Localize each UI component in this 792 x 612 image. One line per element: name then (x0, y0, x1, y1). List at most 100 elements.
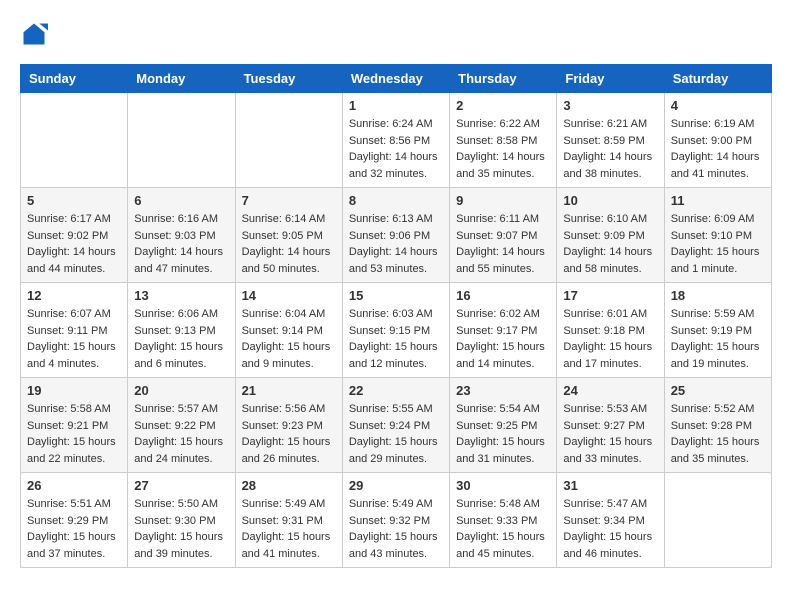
calendar-cell: 29 Sunrise: 5:49 AMSunset: 9:32 PMDayligh… (342, 473, 449, 568)
calendar-cell: 28Sunrise: 5:49 AMSunset: 9:31 PMDayligh… (235, 473, 342, 568)
calendar-cell: 4 Sunrise: 6:19 AMSunset: 9:00 PMDaylight… (664, 93, 771, 188)
day-info: Sunrise: 6:14 AMSunset: 9:05 PMDaylight:… (242, 211, 336, 277)
day-info: Sunrise: 6:16 AMSunset: 9:03 PMDaylight:… (134, 211, 228, 277)
calendar-cell: 13 Sunrise: 6:06 AMSunset: 9:13 PMDayligh… (128, 283, 235, 378)
calendar-cell: 10 Sunrise: 6:10 AMSunset: 9:09 PMDayligh… (557, 188, 664, 283)
calendar-cell: 21 Sunrise: 5:56 AMSunset: 9:23 PMDayligh… (235, 378, 342, 473)
logo-icon (20, 20, 48, 48)
calendar-cell: 7 Sunrise: 6:14 AMSunset: 9:05 PMDaylight… (235, 188, 342, 283)
day-number: 2 (456, 98, 550, 113)
calendar-cell: 17 Sunrise: 6:01 AMSunset: 9:18 PMDayligh… (557, 283, 664, 378)
day-info: Sunrise: 6:11 AMSunset: 9:07 PMDaylight:… (456, 211, 550, 277)
day-info: Sunrise: 6:13 AMSunset: 9:06 PMDaylight:… (349, 211, 443, 277)
day-number: 8 (349, 193, 443, 208)
calendar-cell: 26Sunrise: 5:51 AMSunset: 9:29 PMDayligh… (21, 473, 128, 568)
day-number: 5 (27, 193, 121, 208)
day-info: Sunrise: 6:03 AMSunset: 9:15 PMDaylight:… (349, 306, 443, 372)
day-info: Sunrise: 5:57 AMSunset: 9:22 PMDaylight:… (134, 401, 228, 467)
calendar-cell: 9 Sunrise: 6:11 AMSunset: 9:07 PMDaylight… (450, 188, 557, 283)
calendar-cell: 15 Sunrise: 6:03 AMSunset: 9:15 PMDayligh… (342, 283, 449, 378)
day-info: Sunrise: 5:51 AMSunset: 9:29 PMDaylight:… (27, 496, 121, 562)
day-number: 3 (563, 98, 657, 113)
day-info: Sunrise: 6:22 AMSunset: 8:58 PMDaylight:… (456, 116, 550, 182)
day-info: Sunrise: 5:49 AMSunset: 9:32 PMDaylight:… (349, 496, 443, 562)
day-number: 17 (563, 288, 657, 303)
day-info: Sunrise: 6:19 AMSunset: 9:00 PMDaylight:… (671, 116, 765, 182)
calendar-header-row: SundayMondayTuesdayWednesdayThursdayFrid… (21, 65, 772, 93)
day-number: 1 (349, 98, 443, 113)
calendar-cell (235, 93, 342, 188)
calendar-week-row: 5 Sunrise: 6:17 AMSunset: 9:02 PMDaylight… (21, 188, 772, 283)
calendar-cell: 20 Sunrise: 5:57 AMSunset: 9:22 PMDayligh… (128, 378, 235, 473)
calendar-cell: 11 Sunrise: 6:09 AMSunset: 9:10 PMDayligh… (664, 188, 771, 283)
day-number: 22 (349, 383, 443, 398)
calendar-cell: 25 Sunrise: 5:52 AMSunset: 9:28 PMDayligh… (664, 378, 771, 473)
day-info: Sunrise: 5:59 AMSunset: 9:19 PMDaylight:… (671, 306, 765, 372)
day-number: 14 (242, 288, 336, 303)
day-info: Sunrise: 6:09 AMSunset: 9:10 PMDaylight:… (671, 211, 765, 277)
day-info: Sunrise: 5:55 AMSunset: 9:24 PMDaylight:… (349, 401, 443, 467)
day-number: 21 (242, 383, 336, 398)
calendar-cell (21, 93, 128, 188)
calendar-cell: 1 Sunrise: 6:24 AMSunset: 8:56 PMDaylight… (342, 93, 449, 188)
calendar-cell: 2 Sunrise: 6:22 AMSunset: 8:58 PMDaylight… (450, 93, 557, 188)
day-info: Sunrise: 6:04 AMSunset: 9:14 PMDaylight:… (242, 306, 336, 372)
day-number: 7 (242, 193, 336, 208)
day-number: 25 (671, 383, 765, 398)
calendar-cell: 31 Sunrise: 5:47 AMSunset: 9:34 PMDayligh… (557, 473, 664, 568)
calendar-cell: 16 Sunrise: 6:02 AMSunset: 9:17 PMDayligh… (450, 283, 557, 378)
weekday-header-saturday: Saturday (664, 65, 771, 93)
day-info: Sunrise: 6:17 AMSunset: 9:02 PMDaylight:… (27, 211, 121, 277)
calendar-cell: 18 Sunrise: 5:59 AMSunset: 9:19 PMDayligh… (664, 283, 771, 378)
weekday-header-friday: Friday (557, 65, 664, 93)
day-number: 30 (456, 478, 550, 493)
day-number: 6 (134, 193, 228, 208)
day-info: Sunrise: 6:01 AMSunset: 9:18 PMDaylight:… (563, 306, 657, 372)
day-number: 23 (456, 383, 550, 398)
calendar-cell: 27 Sunrise: 5:50 AMSunset: 9:30 PMDayligh… (128, 473, 235, 568)
day-info: Sunrise: 5:47 AMSunset: 9:34 PMDaylight:… (563, 496, 657, 562)
day-number: 31 (563, 478, 657, 493)
logo (20, 20, 52, 48)
day-info: Sunrise: 5:48 AMSunset: 9:33 PMDaylight:… (456, 496, 550, 562)
day-info: Sunrise: 5:50 AMSunset: 9:30 PMDaylight:… (134, 496, 228, 562)
day-number: 20 (134, 383, 228, 398)
calendar-week-row: 12Sunrise: 6:07 AMSunset: 9:11 PMDayligh… (21, 283, 772, 378)
weekday-header-sunday: Sunday (21, 65, 128, 93)
day-number: 9 (456, 193, 550, 208)
day-number: 27 (134, 478, 228, 493)
day-info: Sunrise: 6:10 AMSunset: 9:09 PMDaylight:… (563, 211, 657, 277)
weekday-header-wednesday: Wednesday (342, 65, 449, 93)
calendar-cell: 12Sunrise: 6:07 AMSunset: 9:11 PMDayligh… (21, 283, 128, 378)
day-info: Sunrise: 5:53 AMSunset: 9:27 PMDaylight:… (563, 401, 657, 467)
day-info: Sunrise: 6:02 AMSunset: 9:17 PMDaylight:… (456, 306, 550, 372)
day-number: 10 (563, 193, 657, 208)
day-info: Sunrise: 6:24 AMSunset: 8:56 PMDaylight:… (349, 116, 443, 182)
day-number: 28 (242, 478, 336, 493)
day-info: Sunrise: 6:06 AMSunset: 9:13 PMDaylight:… (134, 306, 228, 372)
calendar-cell (128, 93, 235, 188)
day-number: 29 (349, 478, 443, 493)
calendar-cell: 19Sunrise: 5:58 AMSunset: 9:21 PMDayligh… (21, 378, 128, 473)
day-info: Sunrise: 5:56 AMSunset: 9:23 PMDaylight:… (242, 401, 336, 467)
calendar-cell: 23 Sunrise: 5:54 AMSunset: 9:25 PMDayligh… (450, 378, 557, 473)
calendar-cell (664, 473, 771, 568)
day-number: 13 (134, 288, 228, 303)
calendar-table: SundayMondayTuesdayWednesdayThursdayFrid… (20, 64, 772, 568)
day-number: 18 (671, 288, 765, 303)
day-number: 15 (349, 288, 443, 303)
day-number: 4 (671, 98, 765, 113)
day-info: Sunrise: 5:58 AMSunset: 9:21 PMDaylight:… (27, 401, 121, 467)
day-number: 11 (671, 193, 765, 208)
day-number: 16 (456, 288, 550, 303)
calendar-cell: 3 Sunrise: 6:21 AMSunset: 8:59 PMDaylight… (557, 93, 664, 188)
page-header (20, 20, 772, 48)
calendar-week-row: 19Sunrise: 5:58 AMSunset: 9:21 PMDayligh… (21, 378, 772, 473)
day-info: Sunrise: 6:21 AMSunset: 8:59 PMDaylight:… (563, 116, 657, 182)
calendar-cell: 24 Sunrise: 5:53 AMSunset: 9:27 PMDayligh… (557, 378, 664, 473)
calendar-cell: 22 Sunrise: 5:55 AMSunset: 9:24 PMDayligh… (342, 378, 449, 473)
day-info: Sunrise: 5:54 AMSunset: 9:25 PMDaylight:… (456, 401, 550, 467)
day-number: 24 (563, 383, 657, 398)
day-info: Sunrise: 5:52 AMSunset: 9:28 PMDaylight:… (671, 401, 765, 467)
calendar-cell: 6 Sunrise: 6:16 AMSunset: 9:03 PMDaylight… (128, 188, 235, 283)
